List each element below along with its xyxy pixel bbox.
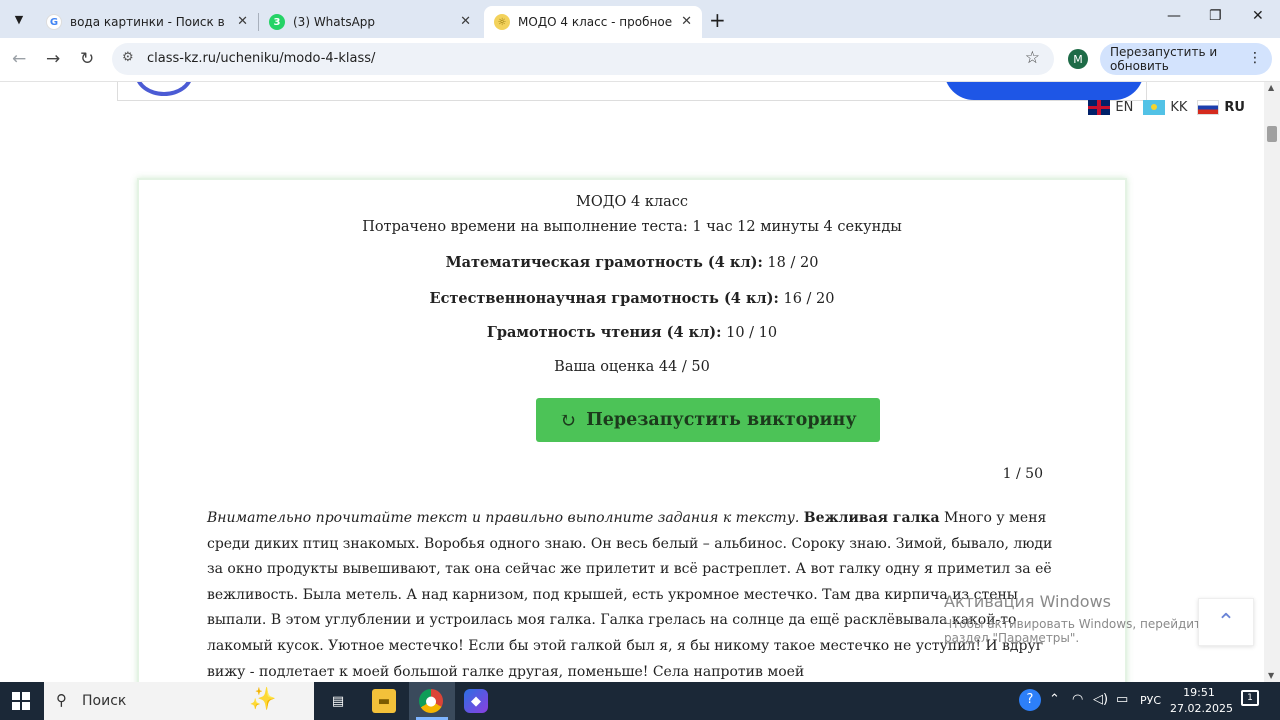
result-score: 16 / 20 xyxy=(778,291,835,307)
bookmark-star-icon[interactable]: ☆ xyxy=(1025,48,1040,68)
wifi-icon[interactable]: ◠ xyxy=(1072,692,1083,707)
arrow-left-icon: ← xyxy=(12,49,27,69)
result-reading: Грамотность чтения (4 кл): 10 / 10 xyxy=(139,324,1125,341)
sparkle-icon: ✨ xyxy=(249,687,277,712)
close-icon: ✕ xyxy=(1252,8,1264,24)
language-switcher: EN KK RU xyxy=(1088,100,1245,115)
battery-icon[interactable]: ▭ xyxy=(1116,692,1128,707)
input-language[interactable]: РУС xyxy=(1140,694,1161,707)
header-cta-button[interactable] xyxy=(944,82,1144,100)
taskbar-search[interactable]: ⚲ Поиск ✨ xyxy=(44,682,314,720)
tab-title: вода картинки - Поиск в Google xyxy=(70,15,228,29)
restore-button[interactable]: ❐ xyxy=(1209,8,1222,24)
close-window-button[interactable]: ✕ xyxy=(1252,8,1264,24)
lang-code: KK xyxy=(1170,100,1188,115)
chrome-icon[interactable]: ● xyxy=(419,689,443,713)
help-icon[interactable]: ? xyxy=(1019,689,1041,711)
result-science: Естественнонаучная грамотность (4 кл): 1… xyxy=(139,290,1125,307)
relaunch-update-button[interactable]: Перезапустить и обновить ⋮ xyxy=(1100,43,1272,75)
restart-icon: ↻ xyxy=(559,408,577,432)
site-icon: ☼ xyxy=(494,14,510,30)
tab-whatsapp[interactable]: 3 (3) WhatsApp ✕ xyxy=(259,6,481,38)
start-button[interactable] xyxy=(12,692,30,710)
tab-title: (3) WhatsApp xyxy=(293,15,376,29)
volume-icon[interactable]: ◁) xyxy=(1093,692,1108,707)
task-view-icon[interactable]: ▤ xyxy=(326,689,350,713)
scroll-up-arrow-icon[interactable]: ▲ xyxy=(1268,83,1274,92)
story-text: Много у меня среди диких птиц знакомых. … xyxy=(207,510,1053,680)
profile-avatar[interactable]: M xyxy=(1068,49,1088,69)
close-icon[interactable]: ✕ xyxy=(460,14,471,29)
copilot-icon[interactable]: ◆ xyxy=(464,689,488,713)
taskbar-clock[interactable]: 19:51 27.02.2025 xyxy=(1170,685,1233,717)
browser-toolbar: ← → ↻ ⚙ class-kz.ru/ucheniku/modo-4-klas… xyxy=(0,38,1280,82)
new-tab-button[interactable]: + xyxy=(709,8,726,32)
question-counter: 1 / 50 xyxy=(1002,466,1043,482)
restart-label: Перезапустить викторину xyxy=(586,410,857,430)
uk-flag-icon xyxy=(1088,100,1111,115)
chevron-up-icon[interactable]: ⌃ xyxy=(1049,692,1060,707)
clock-time: 19:51 xyxy=(1183,686,1215,699)
result-label: Грамотность чтения (4 кл): xyxy=(486,324,722,341)
question-text: Внимательно прочитайте текст и правильно… xyxy=(207,506,1057,682)
restore-icon: ❐ xyxy=(1209,8,1222,24)
result-math: Математическая грамотность (4 кл): 18 / … xyxy=(139,254,1125,271)
scrollbar-thumb[interactable] xyxy=(1267,126,1277,142)
back-button[interactable]: ← xyxy=(12,49,26,69)
kazakhstan-flag-icon xyxy=(1143,100,1166,115)
google-icon: G xyxy=(46,14,62,30)
close-icon[interactable]: ✕ xyxy=(681,14,692,29)
address-bar[interactable]: ⚙ class-kz.ru/ucheniku/modo-4-klass/ ☆ xyxy=(112,43,1054,75)
scroll-to-top-button[interactable]: ⌃ xyxy=(1198,598,1254,646)
lang-ru[interactable]: RU xyxy=(1197,100,1245,115)
instruction-text: Внимательно прочитайте текст и правильно… xyxy=(207,510,800,526)
lang-code: EN xyxy=(1115,100,1134,115)
result-score: 10 / 10 xyxy=(721,325,778,341)
close-icon[interactable]: ✕ xyxy=(237,14,248,29)
time-spent: Потрачено времени на выполнение теста: 1… xyxy=(362,219,902,235)
clock-date: 27.02.2025 xyxy=(1170,702,1233,715)
forward-button[interactable]: → xyxy=(46,49,60,69)
result-label: Математическая грамотность (4 кл): xyxy=(445,254,763,271)
search-label: Поиск xyxy=(82,693,127,709)
tab-title: МОДО 4 класс - пробное онлайн xyxy=(518,15,676,29)
windows-taskbar: ⚲ Поиск ✨ ▤ ▬ ● ◆ ? ⌃ ◠ ◁) ▭ РУС 19:51 2… xyxy=(0,682,1280,720)
more-menu-icon[interactable]: ⋮ xyxy=(1248,50,1262,66)
lang-kk[interactable]: KK xyxy=(1143,100,1187,115)
quiz-title: МОДО 4 класс xyxy=(575,194,688,210)
scroll-down-arrow-icon[interactable]: ▼ xyxy=(1268,671,1274,680)
lang-code: RU xyxy=(1224,100,1245,115)
search-icon: ⚲ xyxy=(56,691,67,709)
page-viewport: EN KK RU МОДО 4 класс Потрачено времени … xyxy=(0,82,1264,682)
chevron-up-icon: ⌃ xyxy=(1216,609,1236,635)
result-label: Естественнонаучная грамотность (4 кл): xyxy=(429,290,779,307)
arrow-right-icon: → xyxy=(46,49,61,69)
restart-quiz-button[interactable]: ↻ Перезапустить викторину xyxy=(536,398,880,442)
story-title: Вежливая галка xyxy=(803,510,940,526)
minimize-button[interactable]: — xyxy=(1167,8,1181,24)
reload-icon: ↻ xyxy=(80,49,95,69)
total-score: Ваша оценка 44 / 50 xyxy=(554,359,710,375)
tab-search-button[interactable]: ▼ xyxy=(6,6,32,32)
tab-strip: ▼ G вода картинки - Поиск в Google ✕ 3 (… xyxy=(0,0,1280,38)
site-info-icon[interactable]: ⚙ xyxy=(122,50,134,65)
page-scrollbar[interactable]: ▲ ▼ xyxy=(1264,82,1280,682)
file-explorer-icon[interactable]: ▬ xyxy=(372,689,396,713)
russia-flag-icon xyxy=(1197,100,1220,115)
whatsapp-icon: 3 xyxy=(269,14,285,30)
notification-center-icon[interactable]: 1 xyxy=(1241,690,1259,706)
result-score: 18 / 20 xyxy=(762,255,819,271)
tab-google-search[interactable]: G вода картинки - Поиск в Google ✕ xyxy=(36,6,258,38)
reload-button[interactable]: ↻ xyxy=(80,49,94,69)
minimize-icon: — xyxy=(1167,8,1181,24)
plus-icon: + xyxy=(709,8,726,32)
url-text[interactable]: class-kz.ru/ucheniku/modo-4-klass/ xyxy=(147,51,375,66)
chevron-down-icon: ▼ xyxy=(14,12,24,26)
tab-modo-quiz[interactable]: ☼ МОДО 4 класс - пробное онлайн ✕ xyxy=(484,6,702,38)
lang-en[interactable]: EN xyxy=(1088,100,1133,115)
